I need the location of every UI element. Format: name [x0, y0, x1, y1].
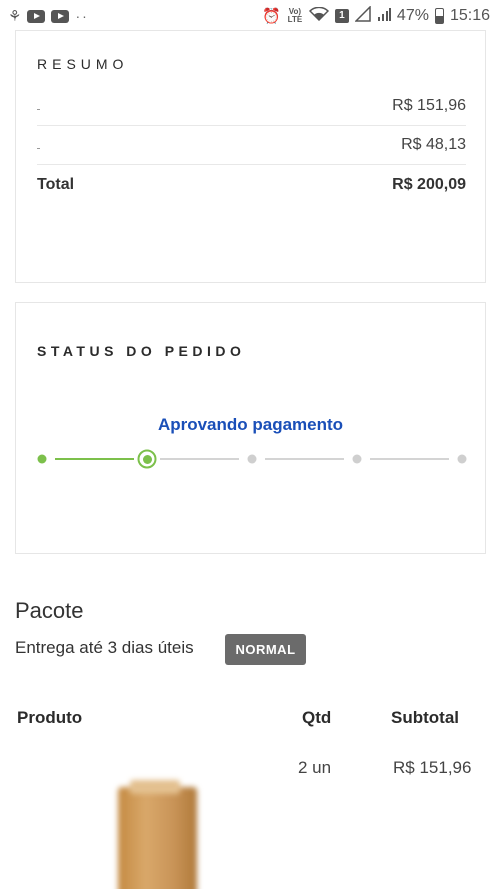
summary-row-label	[37, 136, 40, 154]
column-header-product: Produto	[17, 708, 83, 727]
column-header-subtotal: Subtotal	[391, 708, 459, 727]
progress-step-pending	[247, 454, 257, 464]
summary-row-value: R$ 48,13	[401, 136, 466, 153]
youtube-icon	[27, 9, 46, 23]
product-qty: 2 un	[298, 758, 332, 777]
youtube-icon	[51, 9, 70, 23]
order-status-title: STATUS DO PEDIDO	[37, 343, 246, 359]
product-subtotal: R$ 151,96	[393, 758, 472, 777]
signal-bars-icon	[377, 7, 391, 26]
summary-total-value: R$ 200,09	[392, 175, 466, 193]
no-signal-icon	[354, 4, 371, 27]
current-status-label: Aprovando pagamento	[157, 415, 344, 434]
product-image-top	[130, 780, 180, 794]
progress-connector	[370, 458, 449, 460]
status-bar-system: ⏰ Vo) LTE 1 47% 15:16	[262, 4, 490, 27]
volte-icon: Vo) LTE	[287, 7, 303, 24]
progress-connector	[55, 458, 134, 460]
summary-row-label	[37, 97, 40, 115]
status-bar: ⚘ ·· ⏰ Vo) LTE 1 47% 15:16	[0, 0, 500, 32]
status-bar-notifications: ⚘ ··	[8, 7, 89, 25]
product-image-blur	[118, 787, 197, 889]
summary-total-label: Total	[37, 175, 75, 193]
summary-row-total: Total R$ 200,09	[37, 165, 466, 204]
wifi-icon	[308, 6, 329, 26]
progress-step-pending	[352, 454, 362, 464]
battery-icon	[434, 8, 444, 24]
order-status-card: STATUS DO PEDIDO Aprovando pagamento	[15, 302, 486, 554]
progress-connector	[160, 458, 239, 460]
battery-percent: 47%	[396, 7, 429, 24]
order-progress-tracker	[37, 449, 467, 469]
package-title: Pacote	[15, 598, 84, 623]
sim-icon: 1	[334, 9, 349, 23]
progress-connector	[265, 458, 344, 460]
summary-card: RESUMO R$ 151,96 R$ 48,13 Total R$ 200,0…	[15, 30, 486, 283]
column-header-qty: Qtd	[302, 708, 332, 727]
progress-step-current	[137, 449, 157, 469]
progress-step-pending	[457, 454, 467, 464]
summary-title: RESUMO	[37, 56, 129, 72]
summary-row-value: R$ 151,96	[392, 97, 466, 114]
alarm-icon: ⏰	[262, 8, 281, 25]
summary-row-subtotal: R$ 151,96	[37, 87, 466, 126]
shipping-type-badge: NORMAL	[225, 634, 306, 665]
clock: 15:16	[449, 7, 490, 24]
progress-step-done	[37, 454, 47, 464]
more-notifications-icon: ··	[75, 8, 89, 24]
delivery-estimate: Entrega até 3 dias úteis	[15, 638, 194, 657]
product-image[interactable]	[100, 750, 240, 889]
summary-row-shipping: R$ 48,13	[37, 126, 466, 165]
notification-app-icon: ⚘	[8, 8, 22, 25]
